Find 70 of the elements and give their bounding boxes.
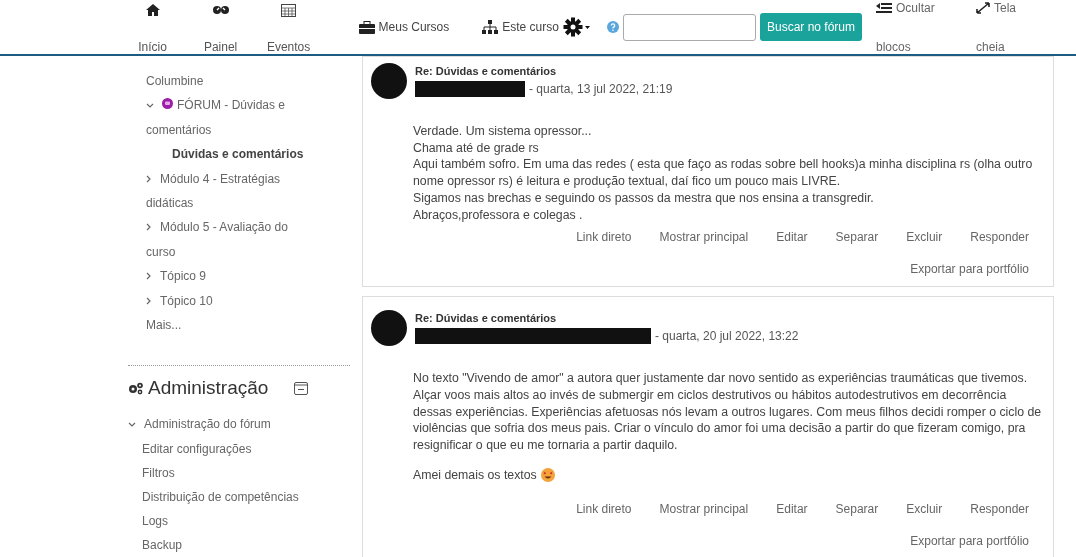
- gears-icon: [128, 382, 144, 396]
- post-text: Verdade. Um sistema opressor...: [413, 123, 593, 140]
- post-action-link[interactable]: Responder: [970, 228, 1029, 247]
- course-nav-link[interactable]: Tópico 10: [146, 288, 310, 314]
- post-action-link[interactable]: Link direto: [576, 500, 632, 519]
- admin-link[interactable]: Editar configurações: [128, 436, 350, 461]
- nav-link[interactable]: Este curso: [482, 18, 559, 36]
- post-title: Re: Dúvidas e comentários: [415, 311, 558, 327]
- hide-blocks-icon: [876, 2, 892, 14]
- post-text: Abraços,professora e colegas .: [413, 206, 584, 224]
- post-action-link[interactable]: Responder: [970, 500, 1029, 519]
- current-page-link[interactable]: Dúvidas e comentários: [146, 142, 310, 167]
- nav-item[interactable]: Painel: [186, 0, 255, 54]
- dashboard-icon: [212, 4, 229, 17]
- avatar-icon: [371, 310, 407, 347]
- course-nav-link[interactable]: Módulo 4 - Estratégias didáticas: [146, 166, 310, 216]
- chevron-down-icon: [128, 421, 136, 428]
- block-title: Administração: [148, 376, 269, 401]
- post-action-link[interactable]: Excluir: [906, 500, 943, 519]
- post-action-link[interactable]: Link direto: [576, 228, 632, 247]
- admin-link[interactable]: Backup: [128, 532, 350, 557]
- export-link[interactable]: Exportar para portfólio: [910, 532, 1029, 551]
- post-action-link[interactable]: Separar: [835, 228, 879, 247]
- post-action-link[interactable]: Separar: [835, 500, 879, 519]
- chevron-down-icon: [146, 103, 154, 110]
- sitemap-icon: [482, 20, 499, 34]
- course-nav-link[interactable]: Módulo 5 - Avaliação do curso: [146, 215, 310, 265]
- admin-link[interactable]: Filtros: [128, 460, 350, 485]
- post-action-link[interactable]: Mostrar principal: [659, 500, 749, 519]
- admin-link[interactable]: Administração do fórum: [128, 411, 350, 437]
- course-nav-link[interactable]: FÓRUM - Dúvidas e comentários: [146, 93, 310, 143]
- post-action-link[interactable]: Editar: [776, 228, 808, 247]
- post-action-link[interactable]: Excluir: [906, 228, 943, 247]
- toolbar-toggle[interactable]: Ocultar blocos: [876, 0, 976, 54]
- chevron-right-icon: [146, 272, 152, 281]
- course-nav-link[interactable]: Columbine: [146, 69, 310, 94]
- nav-link[interactable]: Meus Cursos: [358, 18, 450, 36]
- post-action-link[interactable]: Mostrar principal: [659, 228, 749, 247]
- post-text: Sigamos nas brechas e seguindo os passos da mestra que nos ensina a transgredir.: [413, 189, 875, 207]
- chevron-right-icon: [146, 223, 152, 232]
- admin-link[interactable]: Logs: [128, 508, 350, 533]
- post-action-link[interactable]: Editar: [776, 500, 808, 519]
- course-nav-link[interactable]: Mais...: [146, 313, 310, 338]
- admin-link[interactable]: Distribuição de competências: [128, 484, 350, 509]
- expand-icon: [976, 2, 990, 14]
- help-icon[interactable]: [606, 21, 619, 33]
- post-date: - quarta, 13 jul 2022, 21:19: [529, 80, 673, 98]
- post-text: No texto "Vivendo de amor" a autora quer justamente dar novo sentido as experiências traumáticas que tivemos. Alçar voos mais altos ao invés de submergir em ciclos destrutivos ou hábitos autodestrutivos em decorrência dessas experiências. Experiências afetuosas nós levam a outros lugares. Com meus filhos decidi romper o ciclo de violências que sofria dos meus pais. Criar o vínculo do amor foi uma decisão a partir do que fizeram comigo, pra resignificar o que eu me tornaria a partir daquilo.: [413, 370, 1043, 454]
- chevron-right-icon: [146, 174, 152, 183]
- forum-icon: [162, 98, 173, 110]
- toolbar-toggle[interactable]: Tela cheia: [976, 0, 1076, 54]
- home-icon: [145, 4, 160, 16]
- export-link[interactable]: Exportar para portfólio: [910, 260, 1029, 279]
- search-button[interactable]: Buscar no fórum: [759, 13, 862, 41]
- nav-item[interactable]: Início: [118, 0, 187, 54]
- post-text: Chama até de grade rs: [413, 139, 540, 157]
- course-nav-link[interactable]: Tópico 9: [146, 264, 310, 289]
- briefcase-icon: [358, 20, 375, 34]
- post-title: Re: Dúvidas e comentários: [415, 64, 558, 79]
- collapse-block-icon[interactable]: [294, 382, 309, 396]
- calendar-icon: [281, 4, 297, 17]
- post-date: - quarta, 20 jul 2022, 13:22: [655, 327, 799, 345]
- chevron-right-icon: [146, 296, 152, 305]
- smiling-face-icon: [540, 468, 555, 483]
- search-field[interactable]: [622, 13, 756, 41]
- settings-dropdown[interactable]: [562, 17, 591, 37]
- avatar-icon: [371, 63, 407, 99]
- nav-item[interactable]: Eventos: [254, 0, 323, 54]
- post-text: Aqui também sofro. Em uma das redes ( esta que faço as rodas sobre bell hooks)a minha disciplina rs (olha outro nome opressor rs) é leitura e produção textual, daí fico um pouco mais LIVRE.: [413, 156, 1034, 190]
- post-text: Amei demais os textos: [413, 466, 537, 484]
